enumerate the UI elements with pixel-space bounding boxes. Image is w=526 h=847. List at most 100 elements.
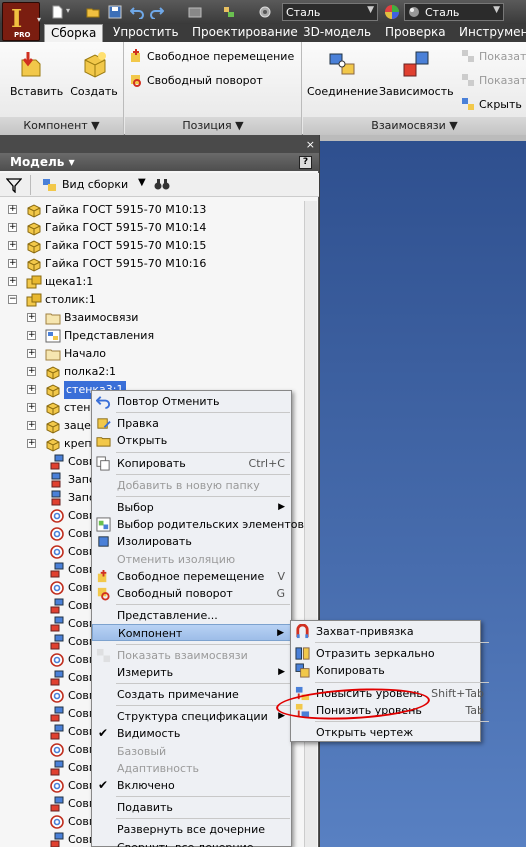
- free-move-button[interactable]: Свободное перемещение: [129, 48, 294, 66]
- menu-item[interactable]: Изолировать: [92, 533, 291, 550]
- tree-row[interactable]: + щека1:1: [0, 273, 305, 291]
- check-icon: ✔: [98, 726, 109, 741]
- color-wheel-icon[interactable]: [384, 4, 400, 20]
- panel-relations-label[interactable]: Взаимосвязи ▼: [303, 117, 526, 135]
- tab-tools[interactable]: Инструмент: [453, 24, 526, 42]
- tree-row[interactable]: + Начало: [0, 345, 305, 363]
- mate-icon: [49, 724, 65, 740]
- expand-toggle[interactable]: +: [27, 439, 36, 448]
- tab-inspect[interactable]: Проверка: [379, 24, 452, 42]
- expand-toggle[interactable]: +: [27, 313, 36, 322]
- tab-design[interactable]: Проектирование: [186, 24, 304, 42]
- filter-icon[interactable]: [6, 177, 22, 193]
- insert-constraint-icon: [49, 778, 65, 794]
- panel-position-label[interactable]: Позиция ▼: [125, 117, 301, 135]
- menu-item[interactable]: Создать примечание: [92, 686, 291, 703]
- menu-item[interactable]: ✔ Включено: [92, 777, 291, 794]
- create-button[interactable]: Создать: [70, 50, 118, 98]
- tree-row[interactable]: + Взаимосвязи: [0, 309, 305, 327]
- save-icon[interactable]: [108, 5, 122, 19]
- menu-item[interactable]: Измерить ▶: [92, 664, 291, 681]
- menu-item[interactable]: Свободное перемещение V: [92, 568, 291, 585]
- copy-icon: [96, 456, 111, 471]
- tree-row[interactable]: + полка2:1: [0, 363, 305, 381]
- undo-icon[interactable]: [130, 5, 144, 19]
- insert-constraint-icon: [50, 653, 64, 667]
- menu-item[interactable]: Копировать: [291, 662, 490, 679]
- menu-item[interactable]: ✔ Видимость: [92, 725, 291, 742]
- tab-3d-model[interactable]: 3D-модель: [297, 24, 377, 42]
- close-icon[interactable]: ×: [306, 138, 315, 151]
- show-button[interactable]: Показат: [461, 48, 526, 66]
- menu-item[interactable]: Структура спецификации ▶: [92, 708, 291, 725]
- mate-icon: [50, 616, 64, 632]
- collapse-toggle[interactable]: −: [8, 295, 17, 304]
- menu-item[interactable]: Развернуть все дочерние: [92, 821, 291, 838]
- expand-toggle[interactable]: +: [27, 385, 36, 394]
- open-folder-icon[interactable]: [86, 5, 100, 19]
- menu-item[interactable]: Копировать Ctrl+C: [92, 455, 291, 472]
- menu-item[interactable]: Свободный поворот G: [92, 585, 291, 602]
- submenu-arrow-icon: ▶: [278, 666, 285, 677]
- tree-row[interactable]: + Представления: [0, 327, 305, 345]
- expand-toggle[interactable]: +: [27, 367, 36, 376]
- menu-item[interactable]: Представление...: [92, 607, 291, 624]
- find-binoculars-icon[interactable]: [154, 177, 170, 191]
- expand-toggle[interactable]: +: [27, 331, 36, 340]
- joint-button[interactable]: Соединение: [307, 50, 378, 98]
- insert-button[interactable]: Вставить: [10, 50, 63, 98]
- browser-scrollbar[interactable]: [304, 201, 317, 847]
- tab-simplify[interactable]: Упростить: [107, 24, 185, 42]
- mate-icon: [49, 634, 65, 650]
- menu-item[interactable]: Отразить зеркально: [291, 645, 490, 662]
- expand-toggle[interactable]: +: [8, 241, 17, 250]
- chevron-down-icon[interactable]: ▼: [138, 177, 146, 188]
- expand-toggle[interactable]: +: [27, 403, 36, 412]
- menu-item[interactable]: Открыть чертеж: [291, 724, 490, 741]
- expand-toggle[interactable]: +: [8, 259, 17, 268]
- new-file-icon[interactable]: [50, 5, 64, 19]
- panel-component-label[interactable]: Компонент ▼: [0, 117, 123, 135]
- update-icon[interactable]: [188, 5, 202, 19]
- appearance-select[interactable]: Сталь ▼: [404, 3, 504, 21]
- tree-row[interactable]: − столик:1: [0, 291, 305, 309]
- menu-item[interactable]: Свернуть все дочерние: [92, 839, 291, 847]
- constraint-button[interactable]: Зависимость: [379, 50, 454, 98]
- menu-item[interactable]: Выбор родительских элементов: [92, 516, 304, 533]
- view-mode-label[interactable]: Вид сборки: [62, 178, 128, 191]
- menu-item[interactable]: Выбор ▶: [92, 499, 291, 516]
- expand-toggle[interactable]: +: [27, 421, 36, 430]
- expand-toggle[interactable]: +: [8, 277, 17, 286]
- redo-icon[interactable]: [150, 5, 164, 19]
- hide-button[interactable]: Скрыть: [461, 96, 522, 114]
- show-sick-button[interactable]: Показат: [461, 72, 526, 90]
- menu-item[interactable]: Захват-привязка: [291, 623, 490, 640]
- expand-toggle[interactable]: +: [8, 223, 17, 232]
- menu-item[interactable]: Повтор Отменить: [92, 393, 291, 410]
- tab-assembly[interactable]: Сборка: [44, 24, 104, 42]
- free-rotate-button[interactable]: Свободный поворот: [129, 72, 263, 90]
- mate-icon: [50, 634, 64, 650]
- assembly-view-icon: [43, 179, 56, 191]
- expand-toggle[interactable]: +: [8, 205, 17, 214]
- insert-constraint-icon: [49, 814, 65, 830]
- chevron-down-icon[interactable]: ▾: [66, 6, 70, 15]
- tree-row[interactable]: + Гайка ГОСТ 5915-70 М10:14: [0, 219, 305, 237]
- select-filter-icon[interactable]: [222, 5, 236, 19]
- menu-item[interactable]: Открыть: [92, 432, 291, 449]
- browser-title-label[interactable]: Модель ▾: [10, 155, 75, 169]
- app-logo-button[interactable]: I PRO ▾: [2, 2, 41, 41]
- expand-toggle[interactable]: +: [27, 349, 36, 358]
- menu-item[interactable]: Компонент ▶: [92, 624, 291, 642]
- submenu-arrow-icon: ▶: [277, 628, 284, 639]
- tree-row[interactable]: + Гайка ГОСТ 5915-70 М10:13: [0, 201, 305, 219]
- menu-item[interactable]: Правка: [92, 415, 291, 432]
- tree-row[interactable]: + Гайка ГОСТ 5915-70 М10:16: [0, 255, 305, 273]
- tree-row[interactable]: + Гайка ГОСТ 5915-70 М10:15: [0, 237, 305, 255]
- settings-gear-icon[interactable]: [258, 5, 272, 19]
- material-select[interactable]: Сталь ▼: [282, 3, 378, 21]
- menu-item[interactable]: Подавить: [92, 799, 291, 816]
- help-icon[interactable]: ?: [299, 156, 312, 169]
- tree-item-label: Гайка ГОСТ 5915-70 М10:13: [45, 203, 207, 216]
- constraint-label: Зависимость: [379, 85, 454, 98]
